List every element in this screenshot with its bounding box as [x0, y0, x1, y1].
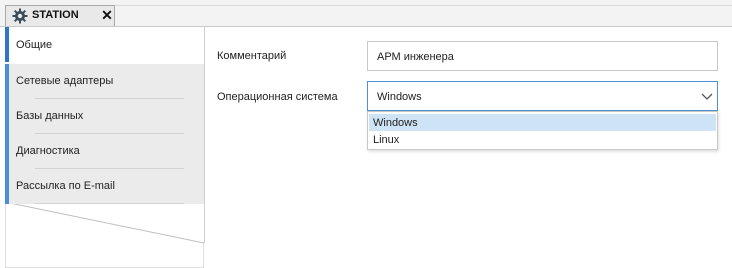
sidebar-item-label: Базы данных — [16, 110, 84, 122]
os-option-label: Linux — [373, 134, 400, 146]
tab-station[interactable]: STATION ✕ — [5, 5, 115, 26]
tab-title: STATION — [32, 9, 79, 21]
sidebar-item-label: Общие — [16, 39, 53, 51]
sidebar-separator — [35, 203, 184, 204]
tab-strip-divider — [115, 5, 732, 26]
panel-divider — [204, 27, 205, 243]
sidebar-item-network-adapters[interactable]: Сетевые адаптеры — [5, 64, 204, 99]
sidebar-item-accent — [5, 134, 9, 169]
comment-field[interactable]: АРМ инженера — [367, 41, 718, 71]
sidebar-item-diagnostics[interactable]: Диагностика — [5, 134, 204, 169]
sidebar-item-databases[interactable]: Базы данных — [5, 99, 204, 134]
os-dropdown-list: Windows Linux — [367, 111, 718, 150]
close-icon[interactable]: ✕ — [100, 8, 114, 22]
sidebar-item-email[interactable]: Рассылка по E-mail — [5, 169, 204, 204]
os-option-linux[interactable]: Linux — [369, 131, 716, 148]
comment-value: АРМ инженера — [377, 51, 454, 63]
gear-icon — [12, 8, 28, 24]
sidebar-item-accent — [5, 64, 9, 99]
os-option-windows[interactable]: Windows — [369, 114, 716, 131]
os-select-value: Windows — [377, 91, 422, 103]
sidebar-item-accent — [5, 99, 9, 134]
sidebar-item-label: Сетевые адаптеры — [16, 75, 114, 87]
sidebar-item-accent — [5, 169, 9, 204]
sidebar-item-general[interactable]: Общие — [5, 27, 204, 62]
chevron-down-icon[interactable] — [697, 82, 717, 110]
sidebar-item-label: Рассылка по E-mail — [16, 180, 115, 192]
os-select[interactable]: Windows — [367, 81, 718, 111]
os-label: Операционная система — [217, 91, 338, 103]
sidebar-item-label: Диагностика — [16, 145, 80, 157]
os-option-label: Windows — [373, 117, 418, 129]
sidebar-item-accent — [5, 27, 9, 62]
comment-label: Комментарий — [217, 50, 287, 62]
